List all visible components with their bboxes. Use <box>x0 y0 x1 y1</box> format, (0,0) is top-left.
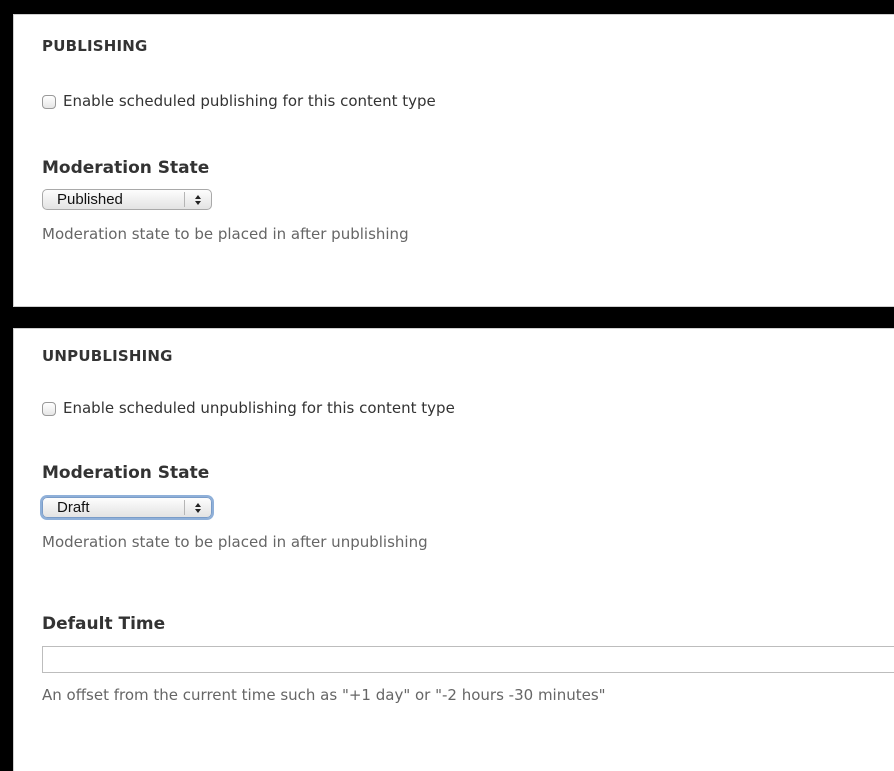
unpublishing-enable-checkbox[interactable] <box>42 402 56 416</box>
select-arrows-icon <box>185 502 211 513</box>
default-time-input[interactable] <box>42 646 894 673</box>
unpublishing-enable-label[interactable]: Enable scheduled unpublishing for this c… <box>63 399 455 417</box>
publishing-moderation-label: Moderation State <box>42 158 210 178</box>
publishing-enable-checkbox-row[interactable]: Enable scheduled publishing for this con… <box>42 92 436 110</box>
unpublishing-moderation-description: Moderation state to be placed in after u… <box>42 533 428 551</box>
publishing-enable-checkbox[interactable] <box>42 95 56 109</box>
unpublishing-title: UNPUBLISHING <box>42 347 173 365</box>
select-arrows-icon <box>185 194 211 205</box>
publishing-moderation-description: Moderation state to be placed in after p… <box>42 225 409 243</box>
publishing-moderation-select[interactable]: Published <box>42 189 212 210</box>
publishing-title: PUBLISHING <box>42 37 148 55</box>
default-time-description: An offset from the current time such as … <box>42 686 606 704</box>
publishing-moderation-value: Published <box>57 191 123 208</box>
unpublishing-moderation-label: Moderation State <box>42 463 210 483</box>
publishing-fieldset: PUBLISHING Enable scheduled publishing f… <box>13 14 894 307</box>
unpublishing-moderation-select[interactable]: Draft <box>42 497 212 518</box>
unpublishing-enable-checkbox-row[interactable]: Enable scheduled unpublishing for this c… <box>42 399 455 417</box>
publishing-enable-label[interactable]: Enable scheduled publishing for this con… <box>63 92 436 110</box>
default-time-label: Default Time <box>42 614 166 634</box>
unpublishing-moderation-value: Draft <box>57 499 90 516</box>
unpublishing-fieldset: UNPUBLISHING Enable scheduled unpublishi… <box>13 328 894 771</box>
